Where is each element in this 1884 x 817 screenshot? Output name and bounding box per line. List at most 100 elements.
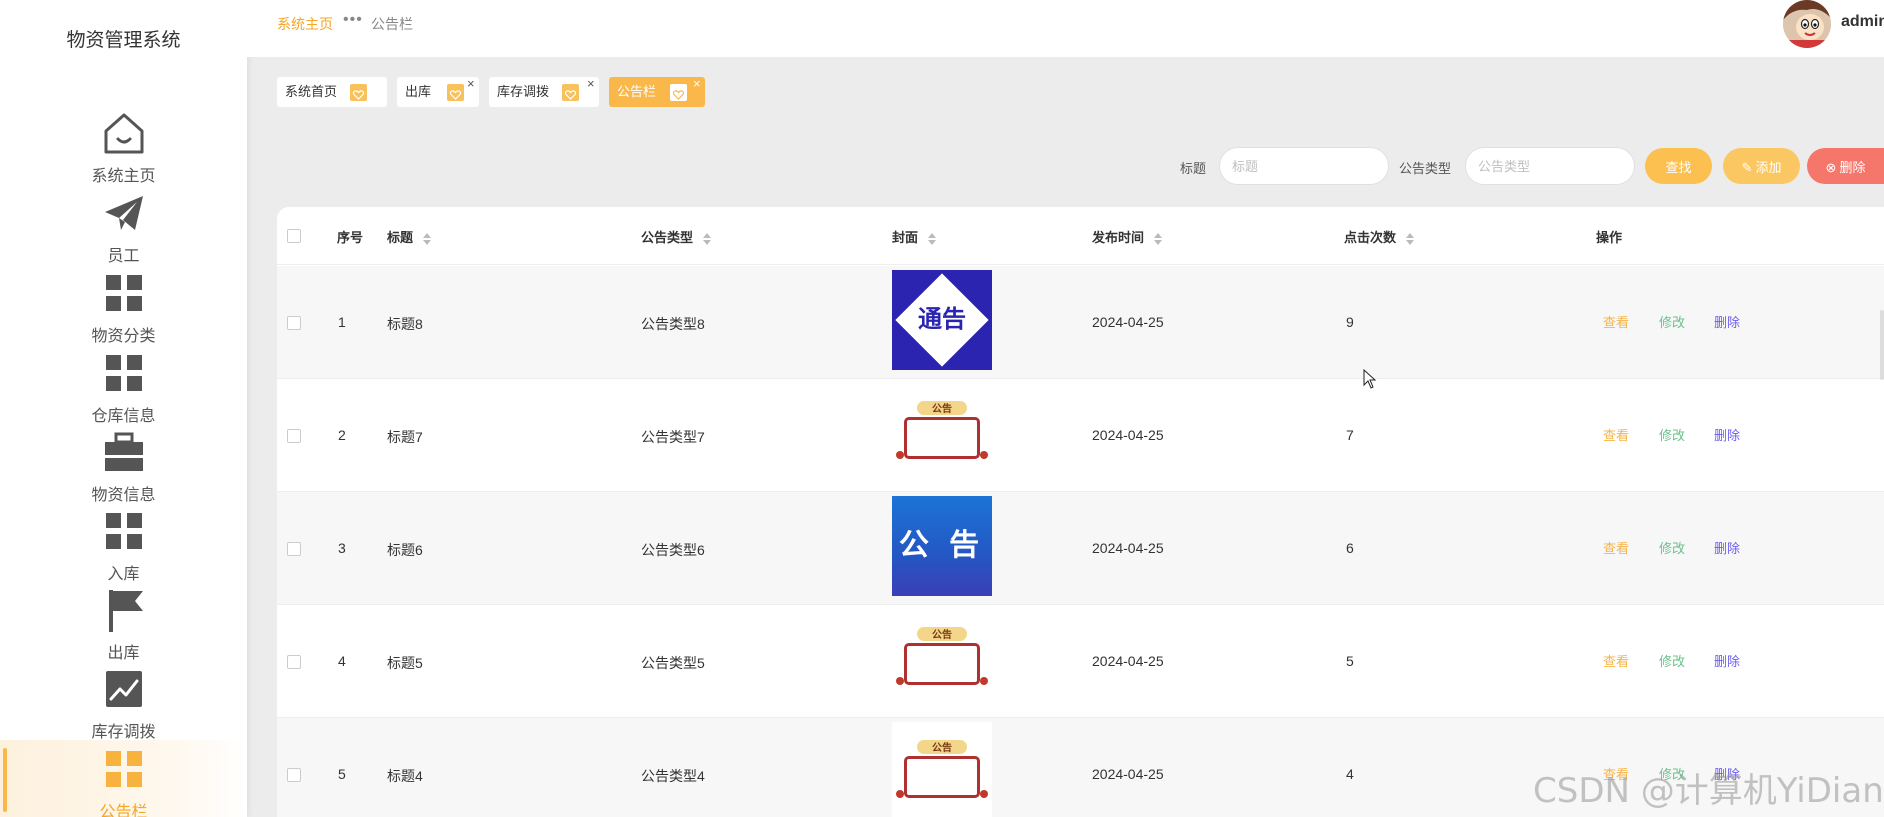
select-all-checkbox[interactable] [287,229,301,243]
row-index: 1 [338,314,346,330]
edit-button[interactable]: 修改 [1659,312,1685,331]
delete-row-button[interactable]: 删除 [1714,651,1740,670]
row-clicks: 5 [1346,653,1354,669]
row-title: 标题4 [387,768,423,784]
row-title: 标题6 [387,542,423,558]
view-button[interactable]: 查看 [1603,425,1629,444]
heart-icon [670,84,687,101]
row-title: 标题5 [387,655,423,671]
title-search-input[interactable] [1219,147,1389,185]
add-icon: ✎ [1741,159,1753,175]
add-button[interactable]: ✎ 添加 [1723,148,1800,184]
delete-button[interactable]: ⊗ 删除 [1807,148,1884,184]
sidebar-item-stock-transfer[interactable]: 库存调拨 [0,660,247,741]
type-search-input[interactable] [1465,147,1635,185]
sidebar-item-warehouse-info[interactable]: 仓库信息 [0,344,247,425]
close-icon[interactable]: × [467,69,475,99]
sidebar-item-label: 库存调拨 [91,724,156,741]
tab-outbound[interactable]: 出库 × [397,76,479,107]
paper-plane-icon [105,196,143,230]
table-row: 1 标题8 公告类型8 通告 2024-04-25 9 查看 修改 删除 [277,266,1884,379]
row-checkbox[interactable] [287,768,301,782]
avatar[interactable] [1783,0,1831,48]
sidebar-item-outbound[interactable]: 出库 [0,581,247,662]
cover-image: 公 告 [892,496,992,596]
row-clicks: 4 [1346,766,1354,782]
title-search-label: 标题 [1180,161,1207,176]
close-icon[interactable]: × [587,69,595,99]
row-checkbox[interactable] [287,429,301,443]
sidebar-item-home[interactable]: 系统主页 [0,104,247,185]
cover-text: 通告 [918,306,966,333]
find-button[interactable]: 查找 [1645,148,1712,184]
cover-text: 公告 [932,404,952,415]
grid-icon [106,513,142,549]
row-checkbox[interactable] [287,542,301,556]
table-row: 2 标题7 公告类型7 公告 2024-04-25 7 查看 修改 删除 [277,379,1884,492]
add-button-label: 添加 [1755,159,1782,175]
edit-button[interactable]: 修改 [1659,538,1685,557]
row-index: 4 [338,653,346,669]
sidebar-item-bulletin[interactable]: 公告栏 [0,740,247,817]
row-index: 5 [338,766,346,782]
row-type: 公告类型6 [641,542,705,558]
tab-bulletin[interactable]: 公告栏 × [609,76,705,107]
row-date: 2024-04-25 [1092,314,1164,330]
row-checkbox[interactable] [287,655,301,669]
sort-icon [1405,232,1414,245]
row-title: 标题8 [387,316,423,332]
sidebar-item-label: 物资分类 [91,328,156,345]
column-header-title[interactable]: 标题 [387,227,431,246]
cover-text: 公告 [932,630,952,641]
home-icon [104,113,144,154]
row-checkbox[interactable] [287,316,301,330]
cover-text: 公 告 [898,529,986,562]
tab-stock-transfer[interactable]: 库存调拨 × [489,76,599,107]
column-header-index: 序号 [337,230,364,245]
row-type: 公告类型4 [641,768,705,784]
cover-text: 公告 [932,743,952,754]
row-type: 公告类型5 [641,655,705,671]
grid-icon [106,275,142,311]
tab-home[interactable]: 系统首页 [277,77,387,107]
flag-icon [109,590,143,632]
row-clicks: 6 [1346,540,1354,556]
heart-icon [350,84,367,101]
briefcase-icon [105,432,143,471]
row-date: 2024-04-25 [1092,766,1164,782]
sidebar-item-material-info[interactable]: 物资信息 [0,423,247,504]
column-header-label: 公告类型 [641,230,694,245]
sidebar-item-inbound[interactable]: 入库 [0,502,247,583]
avatar-image [1783,0,1831,48]
row-date: 2024-04-25 [1092,427,1164,443]
close-icon[interactable]: × [693,69,701,99]
row-clicks: 9 [1346,314,1354,330]
column-header-cover[interactable]: 封面 [892,227,936,246]
username[interactable]: admin [1841,13,1884,31]
column-header-type[interactable]: 公告类型 [641,227,711,246]
mouse-cursor-icon [1363,369,1377,389]
row-type: 公告类型8 [641,316,705,332]
view-button[interactable]: 查看 [1603,538,1629,557]
column-header-publish-time[interactable]: 发布时间 [1092,227,1162,246]
sidebar-item-label: 公告栏 [99,804,148,817]
delete-row-button[interactable]: 删除 [1714,312,1740,331]
sidebar-item-material-category[interactable]: 物资分类 [0,264,247,345]
delete-row-button[interactable]: 删除 [1714,425,1740,444]
sidebar-item-staff[interactable]: 员工 [0,184,247,265]
column-header-clicks[interactable]: 点击次数 [1344,227,1414,246]
trend-chart-icon [106,671,142,707]
column-header-label: 标题 [387,230,414,245]
delete-button-label: 删除 [1839,159,1866,175]
delete-row-button[interactable]: 删除 [1714,538,1740,557]
view-button[interactable]: 查看 [1603,651,1629,670]
row-index: 3 [338,540,346,556]
edit-button[interactable]: 修改 [1659,425,1685,444]
scrollbar[interactable] [1880,310,1884,380]
view-button[interactable]: 查看 [1603,312,1629,331]
edit-button[interactable]: 修改 [1659,651,1685,670]
grid-icon [106,751,142,787]
column-header-label: 点击次数 [1344,230,1397,245]
breadcrumb-home[interactable]: 系统主页 [277,14,333,34]
row-index: 2 [338,427,346,443]
